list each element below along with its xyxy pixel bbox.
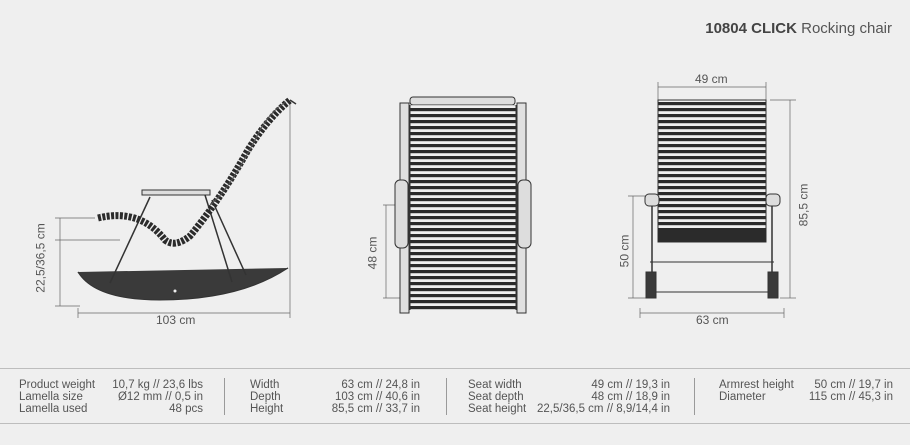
spec-label: Armrest height [719,379,794,391]
back-armrest-height-label: 50 cm [617,234,632,268]
spec-label: Seat height [468,403,527,415]
technical-drawing [55,82,796,318]
spec-value: 50 cm // 19,7 in [814,379,893,391]
spec-value: 10,7 kg // 23,6 lbs [112,379,203,391]
front-seat-height-label: 48 cm [365,236,380,270]
spec-label: Depth [250,391,281,403]
spec-label: Lamella size [19,391,83,403]
spec-label: Lamella used [19,403,88,415]
spec-label: Width [250,379,280,391]
spec-divider [694,378,695,415]
spec-value: 115 cm // 45,3 in [808,391,893,403]
spec-column-3: Seat width 49 cm // 19,3 in Seat depth 48 … [468,379,670,415]
spec-divider [224,378,225,415]
spec-label: Seat depth [468,391,524,403]
spec-column-1: Product weight 10,7 kg // 23,6 lbs Lamell… [19,379,203,415]
back-width-label: 63 cm [696,313,729,327]
spec-column-4: Armrest height 50 cm // 19,7 in Diameter 1… [719,379,893,403]
back-view [628,82,796,318]
spec-value: 48 cm // 18,9 in [591,391,670,403]
spec-top-rule [0,368,910,369]
spec-label: Diameter [719,391,766,403]
side-view [55,97,297,318]
spec-value: 22,5/36,5 cm // 8,9/14,4 in [537,403,670,415]
spec-column-2: Width 63 cm // 24,8 in Depth 103 cm // 40,… [250,379,420,415]
spec-bottom-rule [0,423,910,424]
spec-value: 48 pcs [169,403,203,415]
side-depth-label: 103 cm [156,313,196,327]
spec-value: 85,5 cm // 33,7 in [331,403,420,415]
spec-divider [446,378,447,415]
back-top-width-label: 49 cm [695,72,728,86]
spec-value: 103 cm // 40,6 in [334,391,420,403]
side-height-label: 22,5/36,5 cm [33,223,48,293]
spec-value: Ø12 mm // 0,5 in [117,391,203,403]
spec-label: Product weight [19,379,96,391]
spec-label: Seat width [468,379,522,391]
back-total-height-label: 85,5 cm [796,183,811,227]
front-view [383,96,532,314]
spec-label: Height [250,403,284,415]
spec-value: 63 cm // 24,8 in [341,379,420,391]
spec-value: 49 cm // 19,3 in [591,379,670,391]
